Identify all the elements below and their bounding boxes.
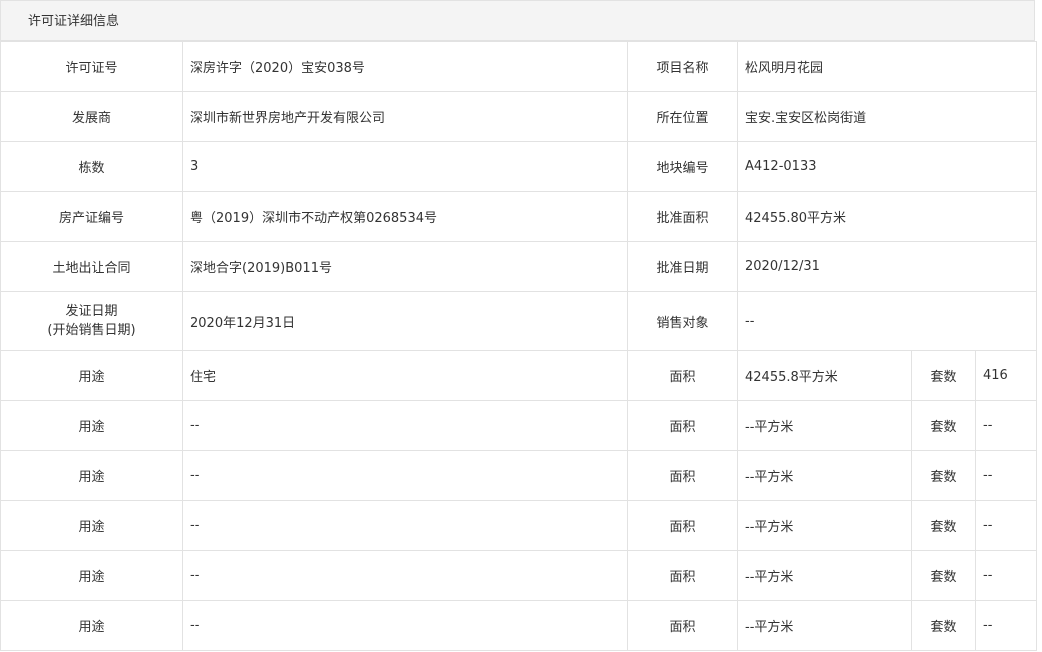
units-label: 套数 — [911, 350, 976, 401]
units-label: 套数 — [911, 550, 976, 601]
field-label: 发证日期 (开始销售日期) — [0, 291, 183, 351]
field-label: 批准面积 — [627, 191, 738, 242]
field-label: 项目名称 — [627, 41, 738, 92]
usage-label: 用途 — [0, 550, 183, 601]
usage-value: 住宅 — [182, 350, 628, 401]
usage-row: 用途 -- 面积 --平方米 套数 -- — [0, 550, 1037, 601]
area-value: --平方米 — [737, 400, 912, 451]
usage-value: -- — [182, 600, 628, 651]
field-label: 地块编号 — [627, 141, 738, 192]
units-label: 套数 — [911, 500, 976, 551]
usage-label: 用途 — [0, 400, 183, 451]
usage-label: 用途 — [0, 450, 183, 501]
area-value: --平方米 — [737, 600, 912, 651]
area-label: 面积 — [627, 350, 738, 401]
usage-value: -- — [182, 450, 628, 501]
usage-row: 用途 -- 面积 --平方米 套数 -- — [0, 400, 1037, 451]
approved-area-value: 42455.80平方米 — [737, 191, 1037, 242]
section-title: 许可证详细信息 — [28, 14, 120, 29]
approval-date-value: 2020/12/31 — [737, 241, 1037, 292]
usage-row: 用途 -- 面积 --平方米 套数 -- — [0, 450, 1037, 501]
permit-number-value: 深房许字（2020）宝安038号 — [182, 41, 628, 92]
table-row: 发证日期 (开始销售日期) 2020年12月31日 销售对象 -- — [0, 291, 1037, 351]
field-label: 栋数 — [0, 141, 183, 192]
building-count-value: 3 — [182, 141, 628, 192]
field-label: 土地出让合同 — [0, 241, 183, 292]
permit-details-table: 许可证号 深房许字（2020）宝安038号 项目名称 松风明月花园 发展商 深圳… — [0, 41, 1037, 651]
usage-label: 用途 — [0, 600, 183, 651]
area-label: 面积 — [627, 450, 738, 501]
usage-value: -- — [182, 400, 628, 451]
location-value: 宝安.宝安区松岗街道 — [737, 91, 1037, 142]
project-name-value: 松风明月花园 — [737, 41, 1037, 92]
table-row: 许可证号 深房许字（2020）宝安038号 项目名称 松风明月花园 — [0, 41, 1037, 92]
usage-label: 用途 — [0, 350, 183, 401]
area-value: 42455.8平方米 — [737, 350, 912, 401]
sale-start-label: (开始销售日期) — [47, 323, 136, 338]
field-label: 发展商 — [0, 91, 183, 142]
units-label: 套数 — [911, 400, 976, 451]
usage-row: 用途 -- 面积 --平方米 套数 -- — [0, 500, 1037, 551]
usage-value: -- — [182, 550, 628, 601]
usage-value: -- — [182, 500, 628, 551]
field-label: 房产证编号 — [0, 191, 183, 242]
area-label: 面积 — [627, 600, 738, 651]
field-label: 批准日期 — [627, 241, 738, 292]
usage-row: 用途 住宅 面积 42455.8平方米 套数 416 — [0, 350, 1037, 401]
area-label: 面积 — [627, 550, 738, 601]
field-label: 许可证号 — [0, 41, 183, 92]
land-contract-value: 深地合字(2019)B011号 — [182, 241, 628, 292]
usage-row: 用途 -- 面积 --平方米 套数 -- — [0, 600, 1037, 651]
units-label: 套数 — [911, 450, 976, 501]
issue-date-label: 发证日期 — [65, 304, 118, 319]
area-label: 面积 — [627, 400, 738, 451]
issue-date-value: 2020年12月31日 — [182, 291, 628, 351]
property-cert-value: 粤（2019）深圳市不动产权第0268534号 — [182, 191, 628, 242]
table-row: 发展商 深圳市新世界房地产开发有限公司 所在位置 宝安.宝安区松岗街道 — [0, 91, 1037, 142]
developer-value: 深圳市新世界房地产开发有限公司 — [182, 91, 628, 142]
area-value: --平方米 — [737, 550, 912, 601]
table-row: 房产证编号 粤（2019）深圳市不动产权第0268534号 批准面积 42455… — [0, 191, 1037, 242]
usage-label: 用途 — [0, 500, 183, 551]
area-value: --平方米 — [737, 500, 912, 551]
field-label: 所在位置 — [627, 91, 738, 142]
area-label: 面积 — [627, 500, 738, 551]
units-value: -- — [975, 550, 1037, 601]
units-value: -- — [975, 450, 1037, 501]
sales-target-value: -- — [737, 291, 1037, 351]
parcel-number-value: A412-0133 — [737, 141, 1037, 192]
area-value: --平方米 — [737, 450, 912, 501]
units-value: 416 — [975, 350, 1037, 401]
table-row: 栋数 3 地块编号 A412-0133 — [0, 141, 1037, 192]
units-label: 套数 — [911, 600, 976, 651]
field-label: 销售对象 — [627, 291, 738, 351]
units-value: -- — [975, 400, 1037, 451]
section-header: 许可证详细信息 — [0, 0, 1035, 41]
units-value: -- — [975, 500, 1037, 551]
table-row: 土地出让合同 深地合字(2019)B011号 批准日期 2020/12/31 — [0, 241, 1037, 292]
units-value: -- — [975, 600, 1037, 651]
